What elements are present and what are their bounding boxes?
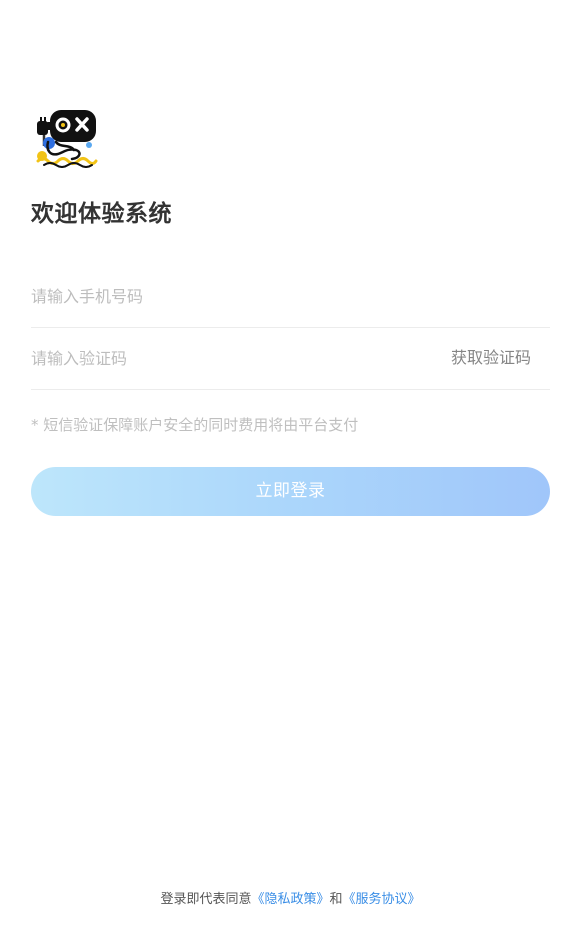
agreement-prefix: 登录即代表同意: [160, 892, 252, 907]
service-agreement-link[interactable]: 《服务协议》: [343, 892, 421, 907]
privacy-policy-link[interactable]: 《隐私政策》: [251, 892, 329, 907]
phone-input[interactable]: [31, 266, 431, 326]
sms-fee-notice: * 短信验证保障账户安全的同时费用将由平台支付: [31, 416, 359, 434]
app-logo-icon: [34, 106, 98, 168]
get-code-button[interactable]: 获取验证码: [451, 328, 531, 388]
agreement-conjunction: 和: [329, 892, 343, 907]
phone-field-row: [31, 266, 550, 328]
page-title: 欢迎体验系统: [31, 201, 172, 227]
login-button[interactable]: 立即登录: [31, 467, 550, 516]
agreement-footer: 登录即代表同意《隐私政策》和《服务协议》: [0, 889, 581, 911]
code-field-row: 获取验证码: [31, 328, 550, 390]
verification-code-input[interactable]: [31, 328, 431, 388]
